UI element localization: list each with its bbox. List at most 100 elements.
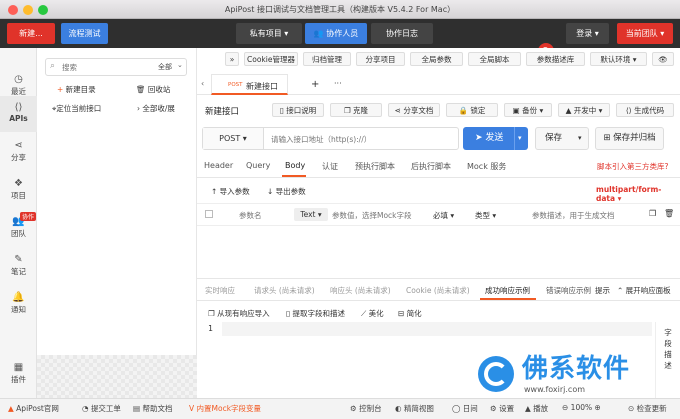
- collab-log-button[interactable]: 协作日志: [371, 23, 433, 44]
- submit-ticket-link[interactable]: ◔ 提交工单: [82, 403, 121, 414]
- mock-vars-link[interactable]: V 内置Mock字段变量: [189, 403, 261, 414]
- new-button[interactable]: 新建...: [7, 23, 55, 44]
- dev-status-label: 开发中 ▾: [573, 106, 603, 115]
- help-docs-link[interactable]: ▤ 帮助文档: [133, 403, 172, 414]
- url-bar: POST ▾: [202, 127, 459, 150]
- export-params-button[interactable]: ↓ 导出参数: [267, 186, 306, 197]
- param-name-input[interactable]: [239, 209, 289, 221]
- expand-toolbar-button[interactable]: »: [225, 52, 239, 66]
- share-doc-button[interactable]: ⋖ 分享文档: [388, 103, 440, 117]
- close-window-button[interactable]: [8, 5, 18, 15]
- archive-manage-button[interactable]: 归档管理: [303, 52, 351, 66]
- param-checkbox[interactable]: [205, 210, 213, 218]
- tab-pre-script[interactable]: 预执行脚本: [355, 161, 395, 172]
- recycle-bin-button[interactable]: 🗑 回收站: [136, 84, 170, 95]
- type-select[interactable]: 类型 ▾: [475, 210, 496, 221]
- api-desc-label: 接口说明: [286, 106, 317, 115]
- save-archive-button[interactable]: ⊞ 保存并归档: [595, 127, 664, 150]
- tab-auth[interactable]: 认证: [322, 161, 338, 172]
- sidebar-item-notify[interactable]: 🔔 通知: [0, 286, 37, 322]
- import-params-button[interactable]: ↑ 导入参数: [211, 186, 250, 197]
- more-tabs-button[interactable]: ···: [334, 79, 342, 88]
- chevron-down-icon[interactable]: ▾: [578, 128, 582, 149]
- sidebar-item-notes[interactable]: ✎ 笔记: [0, 248, 37, 284]
- zoom-window-button[interactable]: [38, 5, 48, 15]
- backup-select[interactable]: ▣ 备份 ▾: [504, 103, 552, 117]
- simplify-button[interactable]: ⊟ 简化: [398, 308, 422, 319]
- minimize-window-button[interactable]: [23, 5, 33, 15]
- tab-header[interactable]: Header: [204, 161, 233, 170]
- check-update-button[interactable]: ⊙ 检查更新: [628, 403, 667, 414]
- sidebar-item-projects[interactable]: ❖ 项目: [0, 172, 37, 208]
- param-value-input[interactable]: [332, 209, 422, 221]
- tab-error-example[interactable]: 错误响应示例: [546, 285, 591, 296]
- trash-icon[interactable]: 🗑: [664, 209, 674, 218]
- param-desc-input[interactable]: [532, 209, 642, 221]
- lock-button[interactable]: 🔒 锁定: [446, 103, 498, 117]
- tab-request-headers[interactable]: 请求头 (尚未请求): [254, 285, 315, 296]
- api-desc-button[interactable]: ▯ 接口说明: [272, 103, 324, 117]
- watermark-url: www.foxirj.com: [524, 385, 585, 394]
- global-scripts-button[interactable]: 全局脚本: [468, 52, 521, 66]
- new-dir-button[interactable]: + 新建目录: [57, 84, 96, 95]
- zoom-control[interactable]: ⊖ 100% ⊕: [562, 403, 601, 412]
- tab-post-script[interactable]: 后执行脚本: [411, 161, 451, 172]
- dev-status-select[interactable]: ▲ 开发中 ▾: [558, 103, 610, 117]
- clone-label: 克隆: [353, 106, 369, 115]
- private-project-select[interactable]: 私有项目 ▾: [236, 23, 302, 44]
- compress-icon: ⊟: [398, 309, 407, 318]
- divider: [197, 177, 680, 178]
- content-type-select[interactable]: multipart/form-data ▾: [596, 185, 680, 203]
- tab-realtime-response[interactable]: 实时响应: [205, 285, 235, 296]
- console-button[interactable]: ⚙ 控制台: [350, 403, 382, 414]
- clone-button[interactable]: ❐ 克隆: [330, 103, 382, 117]
- send-button[interactable]: ➤ 发送 ▾: [463, 127, 528, 150]
- beautify-button[interactable]: ⟋ 美化: [361, 308, 384, 319]
- sidebar-item-plugins[interactable]: ▦ 插件: [0, 356, 37, 392]
- send-dropdown-icon[interactable]: ▾: [518, 127, 522, 150]
- play-button[interactable]: ▲ 播放: [525, 403, 548, 414]
- tab-query[interactable]: Query: [246, 161, 270, 170]
- required-select[interactable]: 必填 ▾: [433, 210, 454, 221]
- add-tab-button[interactable]: +: [311, 79, 319, 90]
- tab-body[interactable]: Body: [285, 161, 305, 170]
- login-button[interactable]: 登录 ▾: [566, 23, 609, 44]
- eye-icon[interactable]: 👁: [652, 52, 674, 66]
- day-mode-button[interactable]: ◯ 日间: [452, 403, 478, 414]
- locate-current-button[interactable]: ⌖定位当前接口: [52, 103, 101, 114]
- tab-new-api[interactable]: POST 新建接口: [211, 74, 288, 95]
- extract-fields-button[interactable]: ▯ 提取字段和描述: [286, 308, 345, 319]
- website-link[interactable]: ▲ ApiPost官网: [8, 403, 59, 414]
- import-response-button[interactable]: ❐ 从现有响应导入: [208, 308, 270, 319]
- archive-icon: ⊞: [603, 133, 614, 143]
- current-team-button[interactable]: 当前团队 ▾: [617, 23, 673, 44]
- sidebar-item-share[interactable]: ⋖ 分享: [0, 134, 37, 170]
- search-scope-select[interactable]: 全部: [158, 62, 172, 72]
- flow-test-button[interactable]: 流程测试: [61, 23, 108, 44]
- box-icon[interactable]: ❒: [649, 209, 656, 218]
- param-desc-lib-button[interactable]: 参数描述库: [526, 52, 585, 66]
- gen-code-button[interactable]: ⟨⟩ 生成代码: [616, 103, 674, 117]
- sidebar-item-team[interactable]: 协作 👥 团队: [0, 210, 37, 246]
- env-select[interactable]: 默认环境 ▾: [590, 52, 647, 66]
- collapse-all-button[interactable]: › 全部收/展: [137, 103, 175, 114]
- settings-button[interactable]: ⚙ 设置: [490, 403, 514, 414]
- expand-response-button[interactable]: ⌃ 展开响应面板: [617, 285, 671, 296]
- tab-mock[interactable]: Mock 服务: [467, 161, 506, 172]
- compact-view-button[interactable]: ◐ 精简视图: [395, 403, 434, 414]
- third-party-link[interactable]: 脚本引入第三方类库?: [597, 161, 668, 172]
- method-select[interactable]: POST ▾: [203, 128, 264, 149]
- search-input[interactable]: [62, 61, 142, 73]
- tab-cookie[interactable]: Cookie (尚未请求): [406, 285, 470, 296]
- param-type-select[interactable]: Text ▾: [294, 208, 328, 221]
- collaborators-button[interactable]: 👥 协作人员: [305, 23, 367, 44]
- sidebar-item-apis[interactable]: ⟨⟩ APIs: [0, 96, 37, 132]
- global-params-button[interactable]: 全局参数: [410, 52, 463, 66]
- tab-success-example[interactable]: 成功响应示例: [485, 285, 530, 296]
- tab-response-headers[interactable]: 响应头 (尚未请求): [330, 285, 391, 296]
- cookie-manager-button[interactable]: Cookie管理器: [244, 52, 298, 66]
- chevron-left-icon[interactable]: ‹: [201, 79, 204, 88]
- share-project-button[interactable]: 分享项目: [356, 52, 405, 66]
- url-input[interactable]: [271, 133, 451, 145]
- save-button[interactable]: 保存 ▾: [535, 127, 589, 150]
